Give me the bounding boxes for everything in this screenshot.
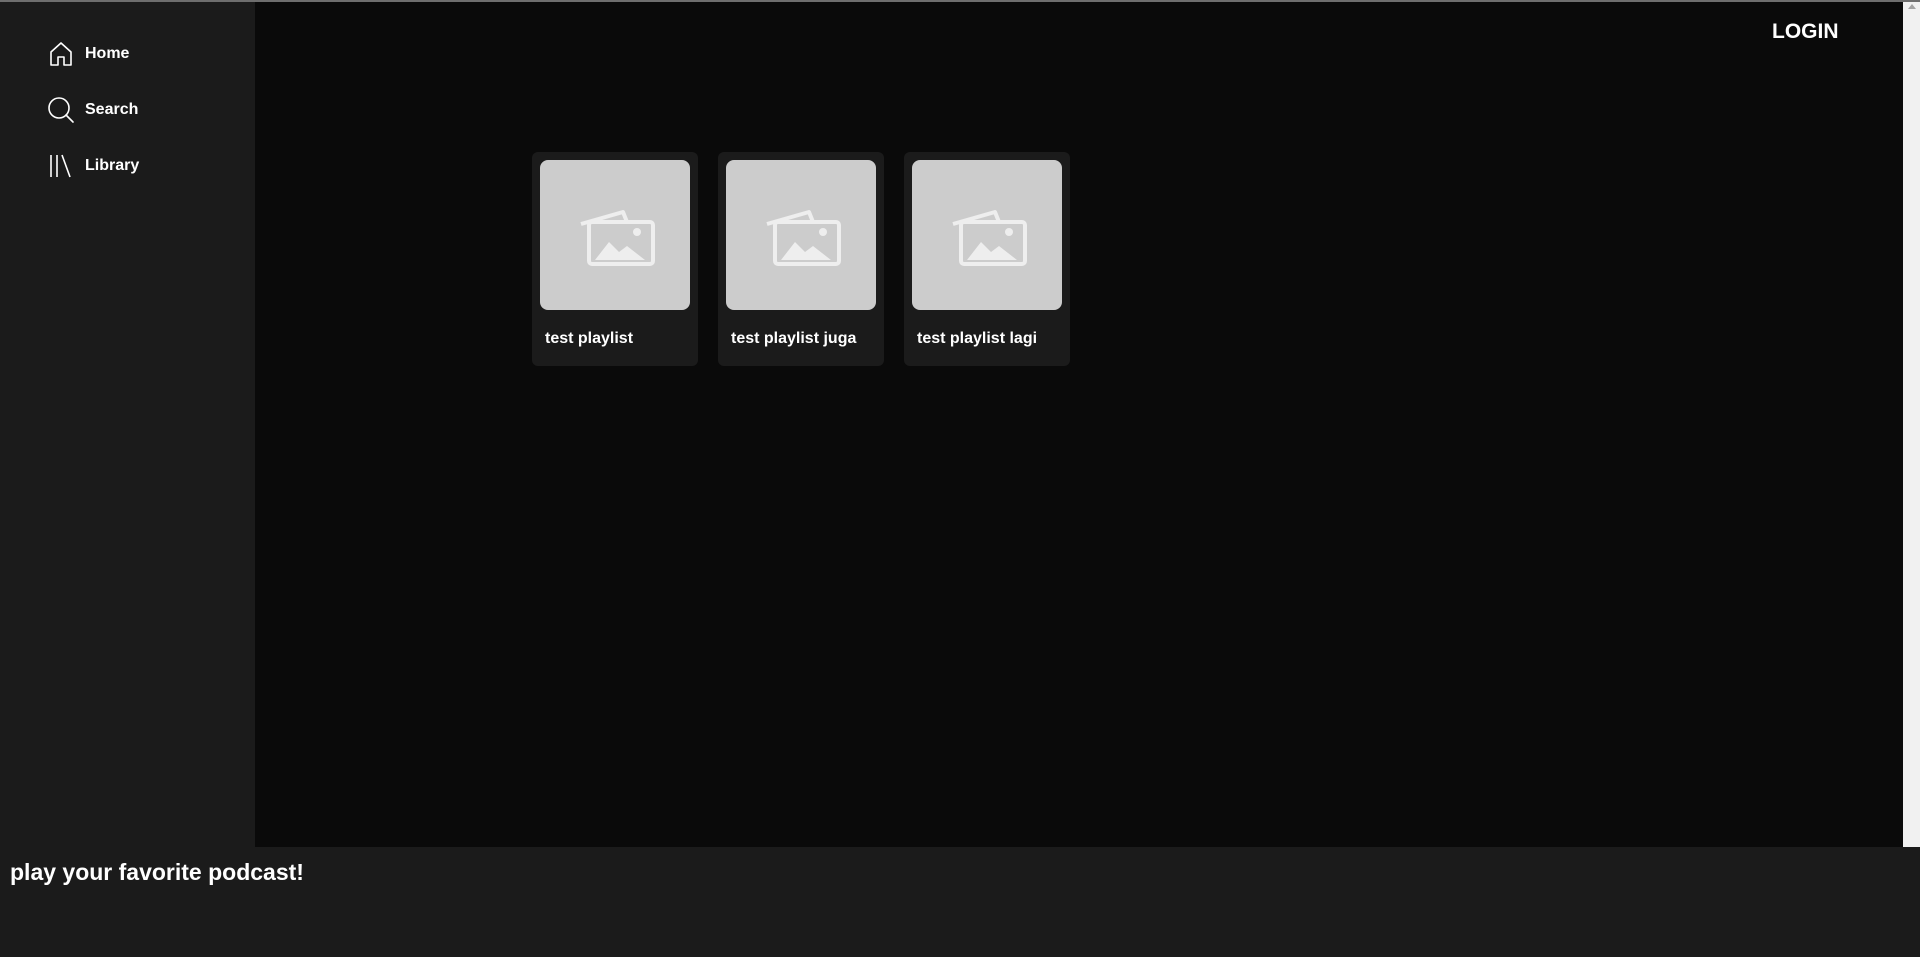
- playlist-thumbnail: [912, 160, 1062, 310]
- playlist-title: test playlist juga: [731, 330, 857, 347]
- playlist-thumbnail: [726, 160, 876, 310]
- playlist-card[interactable]: test playlist lagi: [904, 152, 1070, 366]
- image-placeholder-icon: [766, 210, 841, 266]
- search-icon: [47, 96, 75, 124]
- library-icon: [47, 152, 75, 180]
- sidebar-item-search[interactable]: Search: [47, 96, 138, 124]
- sidebar: Home Search Library: [0, 2, 255, 847]
- footer-bar: play your favorite podcast!: [0, 847, 1920, 957]
- playlist-card[interactable]: test playlist: [532, 152, 698, 366]
- sidebar-item-label: Library: [85, 157, 140, 174]
- main-content: [255, 2, 1903, 847]
- vertical-scrollbar[interactable]: [1903, 2, 1920, 847]
- home-icon: [47, 40, 75, 68]
- image-placeholder-icon: [580, 210, 655, 266]
- sidebar-item-label: Home: [85, 45, 130, 62]
- footer-text: play your favorite podcast!: [10, 859, 304, 885]
- playlist-thumbnail: [540, 160, 690, 310]
- sidebar-item-library[interactable]: Library: [47, 152, 139, 180]
- image-placeholder-icon: [952, 210, 1027, 266]
- login-button[interactable]: LOGIN: [1772, 20, 1839, 44]
- playlist-card[interactable]: test playlist juga: [718, 152, 884, 366]
- sidebar-item-label: Search: [85, 101, 139, 118]
- sidebar-item-home[interactable]: Home: [47, 40, 129, 68]
- scroll-up-arrow-icon[interactable]: [1908, 4, 1916, 9]
- playlist-title: test playlist lagi: [917, 330, 1038, 347]
- playlist-title: test playlist: [545, 330, 634, 347]
